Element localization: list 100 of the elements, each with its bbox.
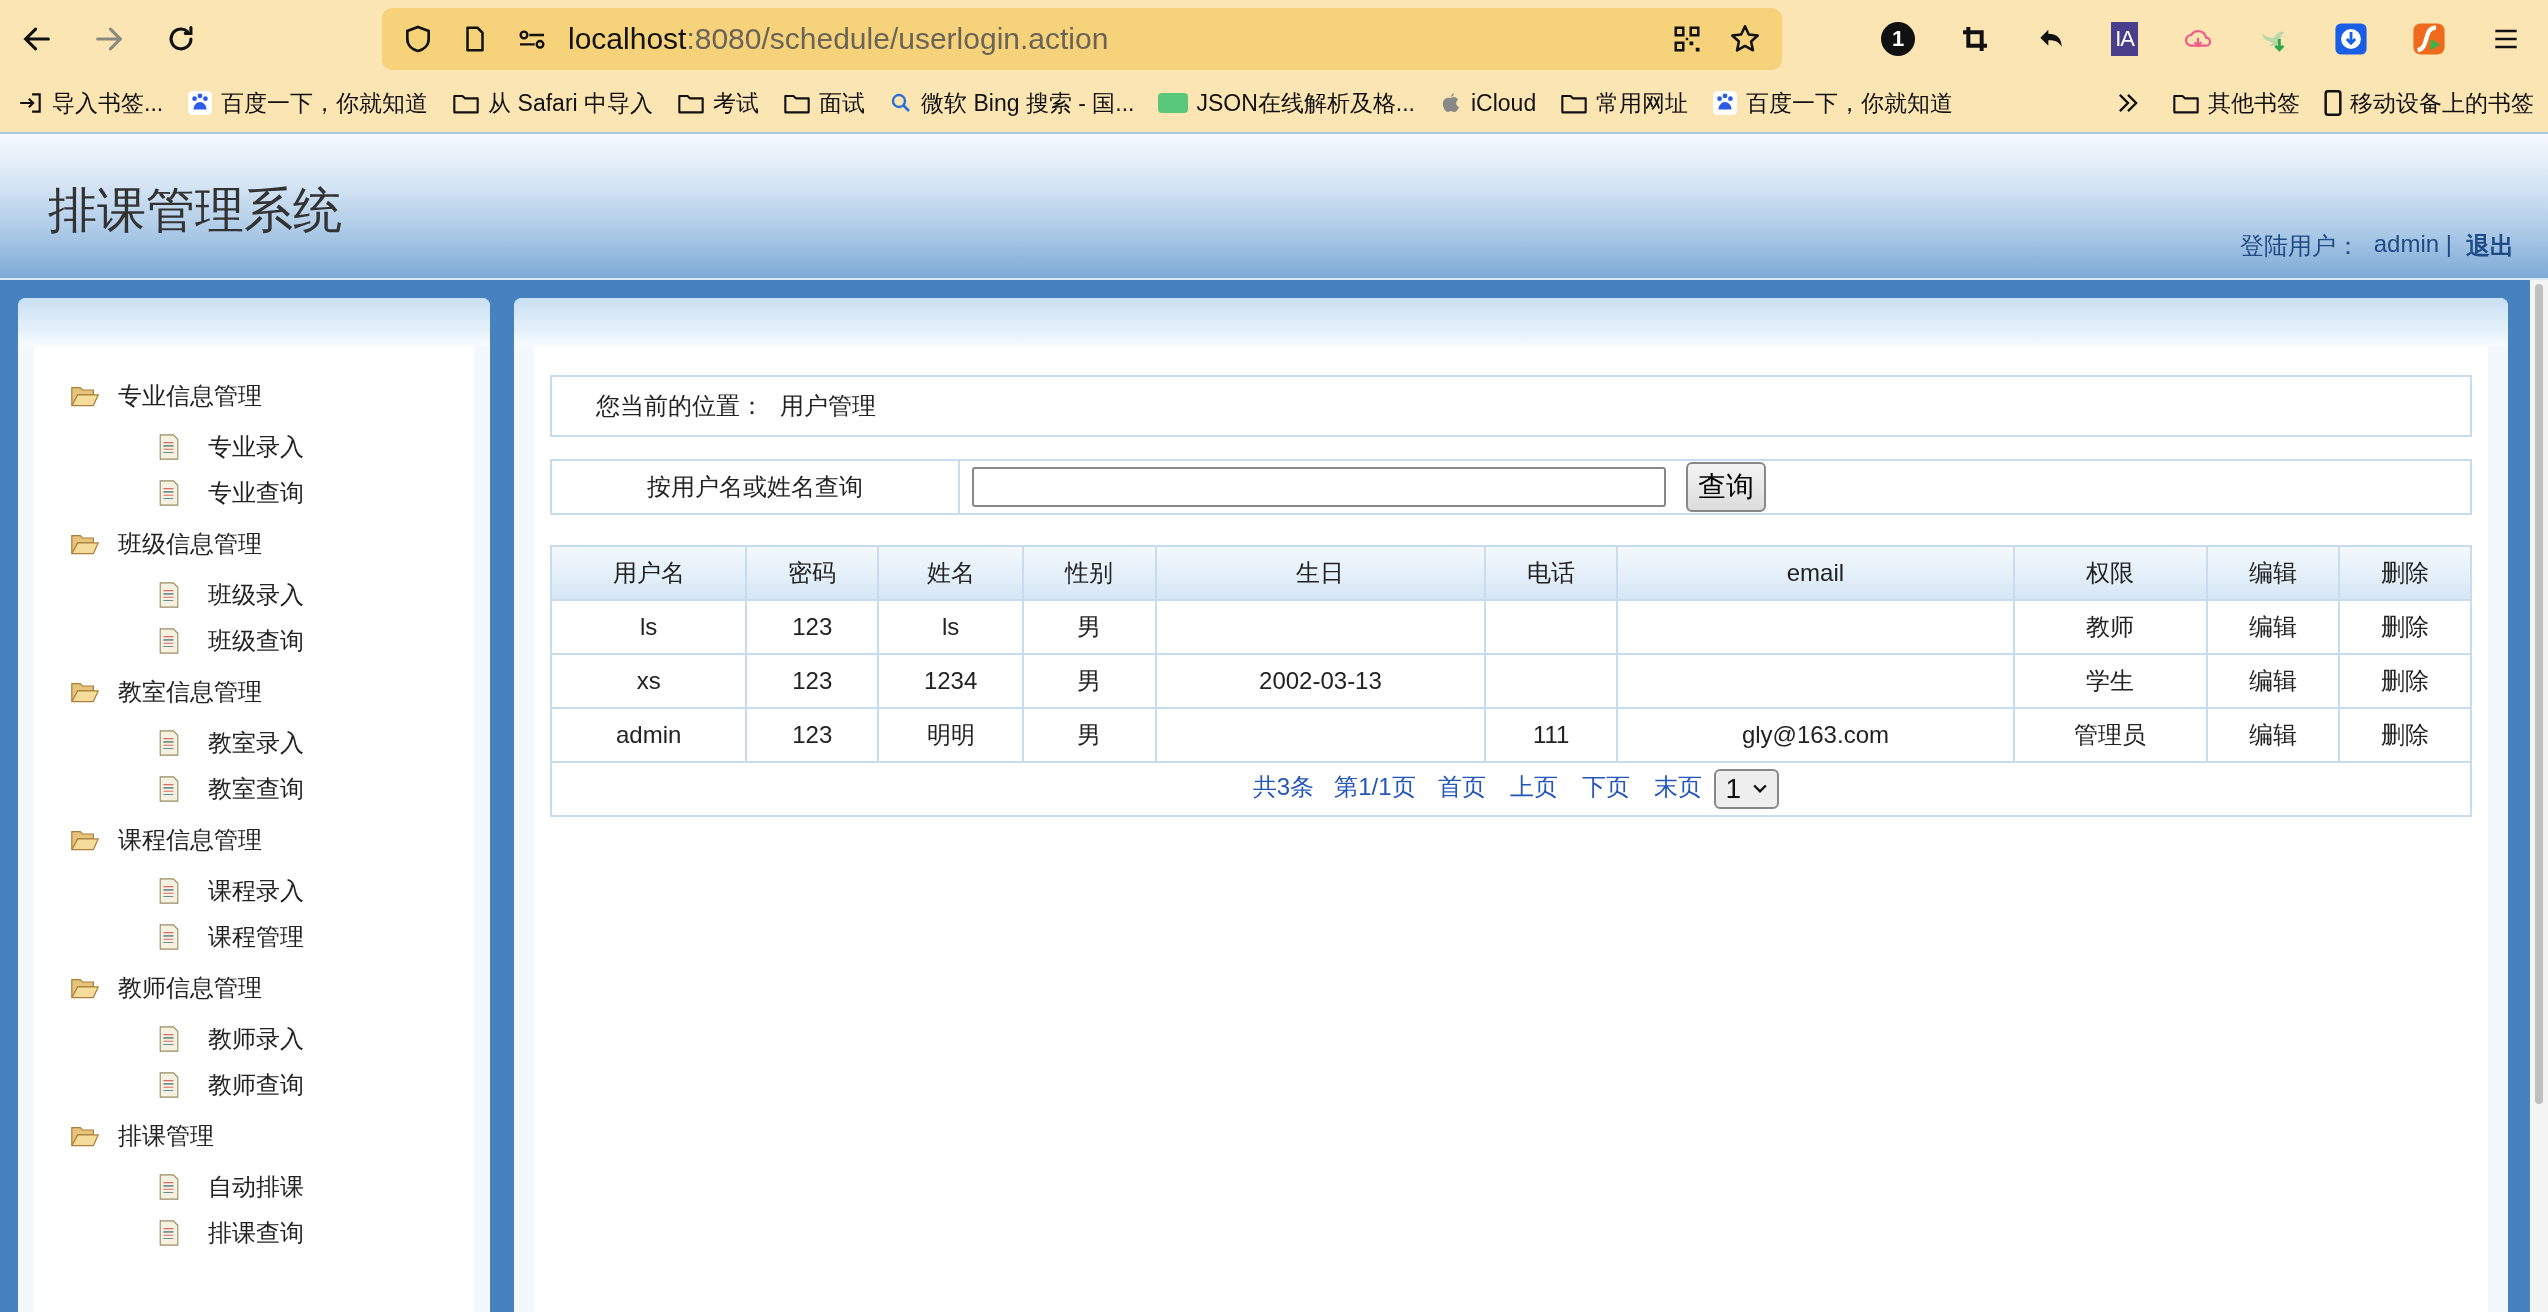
table-cell: 学生 (2013, 654, 2207, 708)
folder-icon (70, 1124, 100, 1148)
search-label: 按用户名或姓名查询 (552, 461, 960, 513)
column-header: 权限 (2013, 546, 2207, 600)
address-bar[interactable]: localhost:8080/schedule/userlogin.action (382, 8, 1782, 70)
search-button[interactable]: 查询 (1686, 462, 1766, 512)
menu-item[interactable]: 排课查询 (70, 1210, 474, 1256)
menu-group[interactable]: 班级信息管理 (70, 516, 474, 572)
download-icon[interactable] (2334, 22, 2368, 56)
bookmark[interactable]: 导入书签... (18, 87, 164, 119)
bookmark[interactable]: iCloud (1439, 89, 1537, 117)
menu-group[interactable]: 教师信息管理 (70, 960, 474, 1016)
bookmark[interactable]: 其他书签 (2172, 87, 2300, 119)
menu-item[interactable]: 课程管理 (70, 914, 474, 960)
menu-item[interactable]: 专业查询 (70, 470, 474, 516)
document-icon (158, 923, 180, 951)
page-link[interactable]: 下页 (1581, 773, 1630, 801)
folder-icon (70, 384, 100, 408)
document-icon (158, 479, 180, 507)
breadcrumb-label: 您当前的位置： (596, 391, 764, 421)
column-header: 生日 (1155, 546, 1486, 600)
table-cell: ls (878, 600, 1024, 654)
menu-item[interactable]: 课程录入 (70, 868, 474, 914)
phone-icon (2324, 89, 2342, 117)
paw-icon (187, 90, 214, 116)
menu-item[interactable]: 教室查询 (70, 766, 474, 812)
menu-item[interactable]: 班级查询 (70, 618, 474, 664)
user-name: admin | (2373, 230, 2452, 259)
menu-group[interactable]: 教室信息管理 (70, 664, 474, 720)
bookmark[interactable]: 移动设备上的书签 (2324, 87, 2534, 119)
menu-group[interactable]: 课程信息管理 (70, 812, 474, 868)
search-field[interactable] (972, 467, 1666, 507)
menu-item[interactable]: 教师查询 (70, 1062, 474, 1108)
bookmark[interactable]: 常用网址 (1560, 87, 1689, 119)
table-cell: 123 (746, 708, 879, 762)
document-icon (158, 581, 180, 609)
document-icon (158, 433, 180, 461)
table-cell: 111 (1485, 708, 1617, 762)
bookmark[interactable]: 从 Safari 中导入 (452, 87, 654, 119)
column-header: email (1617, 546, 2014, 600)
page-link[interactable]: 上页 (1509, 773, 1558, 801)
page-indicator: 第1/1页 (1334, 773, 1416, 801)
page-link[interactable]: 首页 (1437, 773, 1486, 801)
scrollbar[interactable] (2530, 280, 2548, 1312)
flash-icon[interactable] (2412, 22, 2446, 56)
table-cell: 教师 (2013, 600, 2207, 654)
bookmark[interactable]: JSON在线解析及格... (1158, 87, 1415, 119)
menu-item[interactable]: 班级录入 (70, 572, 474, 618)
bookmark[interactable]: 面试 (783, 87, 866, 119)
table-cell: 2002-03-13 (1155, 654, 1486, 708)
import-icon (18, 90, 44, 116)
logout-link[interactable]: 退出 (2466, 230, 2514, 262)
document-icon (158, 1071, 180, 1099)
folder-icon (70, 828, 100, 852)
table-cell: 明明 (878, 708, 1024, 762)
folder-icon (70, 680, 100, 704)
folder-icon (70, 532, 100, 556)
json-icon (1158, 93, 1189, 113)
menu-item[interactable]: 教师录入 (70, 1016, 474, 1062)
login-label: 登陆用户： (2239, 231, 2360, 261)
extension-button[interactable]: IA (2111, 22, 2138, 56)
document-icon (158, 1219, 180, 1247)
action-link[interactable]: 删除 (2339, 600, 2471, 654)
count-badge[interactable]: 1 (1881, 22, 1916, 56)
column-header: 电话 (1485, 546, 1617, 600)
column-header: 姓名 (878, 546, 1024, 600)
document-icon (158, 729, 180, 757)
menu-item[interactable]: 自动排课 (70, 1164, 474, 1210)
app-title: 排课管理系统 (48, 182, 342, 239)
table-cell: ls (551, 600, 747, 654)
table-cell: 1234 (878, 654, 1024, 708)
column-header: 密码 (746, 546, 879, 600)
document-icon (158, 1173, 180, 1201)
document-icon (158, 775, 180, 803)
qr-code-icon[interactable] (1672, 24, 1702, 54)
record-count: 共3条 (1252, 773, 1315, 801)
page-link[interactable]: 末页 (1653, 773, 1702, 801)
table-cell: 123 (746, 600, 879, 654)
action-link[interactable]: 删除 (2339, 708, 2471, 762)
table-cell: 男 (1023, 708, 1156, 762)
menu-group[interactable]: 专业信息管理 (70, 368, 474, 424)
menu-item[interactable]: 教室录入 (70, 720, 474, 766)
table-cell: 男 (1023, 600, 1156, 654)
action-link[interactable]: 删除 (2339, 654, 2471, 708)
breadcrumb-current: 用户管理 (780, 391, 876, 421)
action-link[interactable]: 编辑 (2206, 600, 2340, 654)
action-link[interactable]: 编辑 (2206, 708, 2340, 762)
menu-group[interactable]: 排课管理 (70, 1108, 474, 1164)
menu-item[interactable]: 专业录入 (70, 424, 474, 470)
bookmark[interactable]: 百度一下，你就知道 (1712, 87, 1954, 119)
bookmark[interactable]: 考试 (677, 87, 760, 119)
table-cell: 管理员 (2013, 708, 2207, 762)
column-header: 删除 (2339, 546, 2471, 600)
paw-icon (1712, 90, 1739, 116)
table-cell: admin (551, 708, 747, 762)
page-select[interactable]: 1 (1713, 769, 1780, 809)
bookmark[interactable]: 百度一下，你就知道 (187, 87, 429, 119)
action-link[interactable]: 编辑 (2206, 654, 2340, 708)
bookmark[interactable]: 微软 Bing 搜索 - 国... (889, 87, 1135, 119)
table-cell: 123 (746, 654, 879, 708)
